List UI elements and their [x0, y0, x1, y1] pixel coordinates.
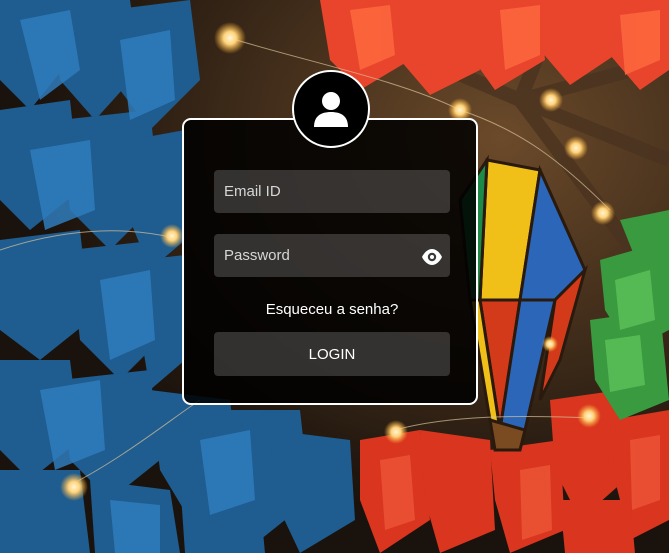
eye-icon[interactable]	[421, 248, 443, 266]
password-field[interactable]	[214, 234, 450, 277]
email-field[interactable]	[214, 170, 450, 213]
avatar	[292, 70, 370, 148]
login-button[interactable]: LOGIN	[214, 332, 450, 376]
forgot-password-link[interactable]: Esqueceu a senha?	[214, 301, 450, 318]
user-icon	[314, 92, 348, 127]
